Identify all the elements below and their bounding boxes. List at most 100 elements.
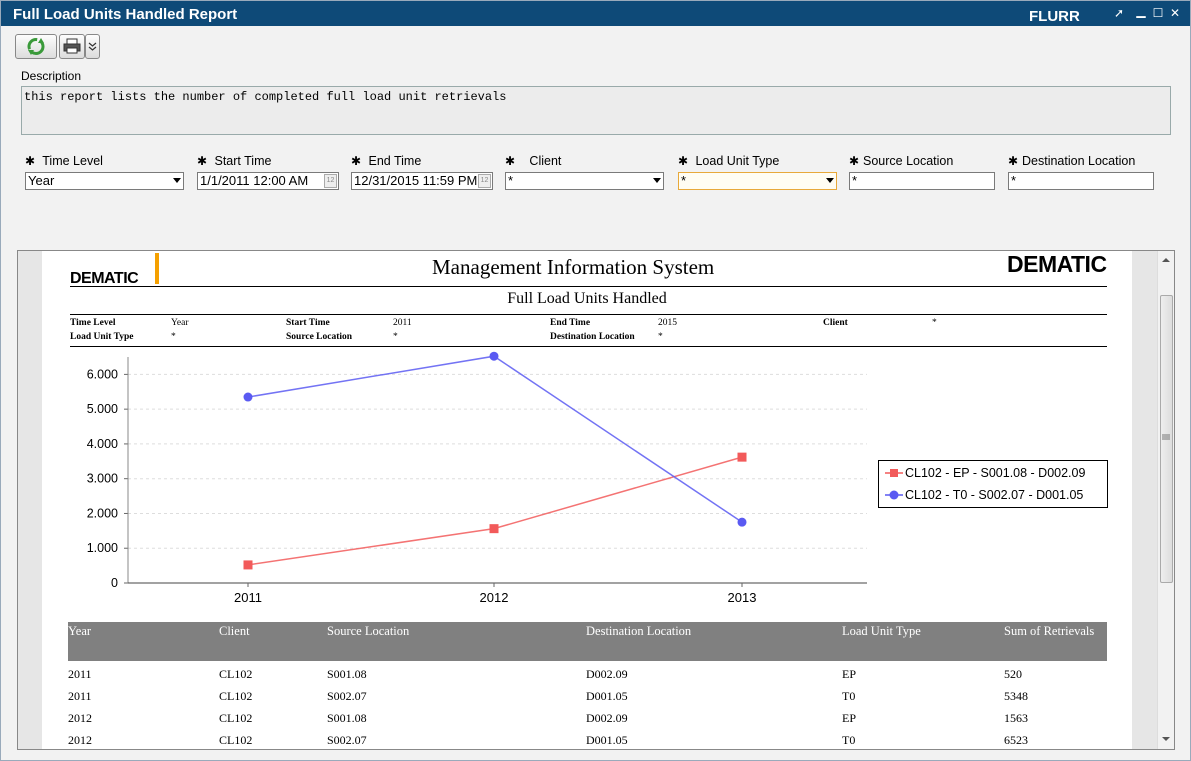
table-cell: T0 xyxy=(842,689,856,703)
print-icon xyxy=(63,38,81,54)
start-time-label: Start Time xyxy=(214,154,272,168)
param-client: ✱ Client * xyxy=(505,154,664,190)
meta-label: Source Location xyxy=(286,332,353,342)
meta-value: * xyxy=(393,332,398,342)
meta-value: Year xyxy=(171,318,189,328)
scroll-up-icon[interactable] xyxy=(1162,257,1170,263)
vertical-scrollbar[interactable] xyxy=(1157,251,1174,749)
legend-entry: CL102 - EP - S001.08 - D002.09 xyxy=(905,466,1086,480)
table-row: 2011 CL102 S001.08 D002.09 EP 520 xyxy=(68,665,1107,687)
table-cell: EP xyxy=(842,711,857,725)
print-options-button[interactable] xyxy=(85,34,100,59)
refresh-icon xyxy=(27,38,45,55)
table-cell: S001.08 xyxy=(327,711,367,725)
data-point xyxy=(489,351,499,361)
time-level-select[interactable]: Year xyxy=(25,172,184,190)
report-title: Full Load Units Handled xyxy=(507,290,667,307)
start-time-value: 1/1/2011 12:00 AM xyxy=(200,173,309,188)
required-icon: ✱ xyxy=(678,154,689,168)
table-row: 2012 CL102 S001.08 D002.09 EP 1563 xyxy=(68,709,1107,731)
grip-icon xyxy=(1162,434,1170,440)
calendar-icon[interactable]: 12 xyxy=(324,174,337,188)
column-header: Sum of Retrievals xyxy=(1004,624,1095,638)
meta-value: 2011 xyxy=(393,318,412,328)
chevron-down-icon xyxy=(653,178,661,183)
data-point xyxy=(737,517,747,527)
table-cell: S002.07 xyxy=(327,689,367,703)
load-unit-type-select[interactable]: * xyxy=(678,172,837,190)
table-cell: 2011 xyxy=(68,667,92,681)
chart-legend: CL102 - EP - S001.08 - D002.09 CL102 - T… xyxy=(878,460,1108,508)
meta-label: Load Unit Type xyxy=(70,332,134,342)
scroll-down-icon[interactable] xyxy=(1162,736,1170,742)
param-start-time: ✱ Start Time 1/1/2011 12:00 AM 12 xyxy=(197,154,339,190)
data-point xyxy=(489,524,499,534)
y-tick-label: 6.000 xyxy=(87,367,118,381)
meta-value: * xyxy=(932,318,937,328)
chevron-down-icon xyxy=(826,178,834,183)
legend-swatch-marker xyxy=(890,469,898,477)
client-label: Client xyxy=(529,154,562,168)
table-cell: CL102 xyxy=(219,689,253,703)
y-tick-label: 4.000 xyxy=(87,437,118,451)
table-cell: CL102 xyxy=(219,733,253,747)
minimize-icon[interactable]: ▁ xyxy=(1134,4,1148,18)
load-unit-type-value: * xyxy=(681,173,687,188)
meta-value: * xyxy=(171,332,176,342)
table-cell: 2012 xyxy=(68,711,92,725)
table-cell: T0 xyxy=(842,733,856,747)
table-cell: 1563 xyxy=(1004,711,1028,725)
divider xyxy=(70,286,1107,287)
meta-label: End Time xyxy=(550,318,591,328)
end-time-value: 12/31/2015 11:59 PM xyxy=(354,173,478,188)
y-tick-label: 5.000 xyxy=(87,402,118,416)
source-location-label: Source Location xyxy=(863,154,954,168)
required-icon: ✱ xyxy=(849,154,860,168)
close-icon[interactable]: ✕ xyxy=(1168,6,1182,20)
end-time-input[interactable]: 12/31/2015 11:59 PM 12 xyxy=(351,172,493,190)
param-time-level: ✱ Time Level Year xyxy=(25,154,184,190)
pin-icon[interactable]: ➚ xyxy=(1112,6,1126,20)
source-location-input[interactable]: * xyxy=(849,172,995,190)
report-code: FLURR xyxy=(1029,8,1080,25)
title-bar: Full Load Units Handled Report FLURR ➚ ▁… xyxy=(1,1,1190,26)
client-select[interactable]: * xyxy=(505,172,664,190)
print-button[interactable] xyxy=(59,34,85,59)
calendar-icon[interactable]: 12 xyxy=(478,174,491,188)
meta-value: * xyxy=(658,332,663,342)
table-cell: D002.09 xyxy=(586,711,628,725)
client-value: * xyxy=(508,173,514,188)
required-icon: ✱ xyxy=(351,154,362,168)
data-point xyxy=(243,392,253,402)
end-time-label: End Time xyxy=(368,154,422,168)
window-title: Full Load Units Handled Report xyxy=(13,6,238,23)
param-end-time: ✱ End Time 12/31/2015 11:59 PM 12 xyxy=(351,154,493,190)
refresh-button[interactable] xyxy=(15,34,57,59)
report-page: DEMATIC Management Information System DE… xyxy=(42,251,1132,749)
required-icon: ✱ xyxy=(197,154,208,168)
y-tick-label: 2.000 xyxy=(87,506,118,520)
time-level-label: Time Level xyxy=(42,154,103,168)
table-header: Year Client Source Location Destination … xyxy=(68,622,1107,661)
table-cell: 5348 xyxy=(1004,689,1028,703)
column-header: Source Location xyxy=(327,624,410,638)
data-point xyxy=(243,560,253,570)
destination-location-input[interactable]: * xyxy=(1008,172,1154,190)
column-header: Client xyxy=(219,624,250,638)
chevron-down-icon xyxy=(88,42,97,51)
required-icon: ✱ xyxy=(25,154,36,168)
table-cell: 2012 xyxy=(68,733,92,747)
data-point xyxy=(737,452,747,462)
y-tick-label: 1.000 xyxy=(87,541,118,555)
table-cell: D002.09 xyxy=(586,667,628,681)
maximize-icon[interactable]: ☐ xyxy=(1151,6,1165,20)
description-field[interactable]: this report lists the number of complete… xyxy=(21,86,1171,135)
series-line xyxy=(247,355,743,523)
destination-location-value: * xyxy=(1011,173,1017,188)
table-row: 2012 CL102 S002.07 D001.05 T0 6523 xyxy=(68,731,1107,749)
report-window: Full Load Units Handled Report FLURR ➚ ▁… xyxy=(0,0,1191,761)
x-tick-label: 2012 xyxy=(480,590,509,605)
destination-location-label: Destination Location xyxy=(1022,154,1136,168)
start-time-input[interactable]: 1/1/2011 12:00 AM 12 xyxy=(197,172,339,190)
x-tick-label: 2011 xyxy=(234,590,262,605)
